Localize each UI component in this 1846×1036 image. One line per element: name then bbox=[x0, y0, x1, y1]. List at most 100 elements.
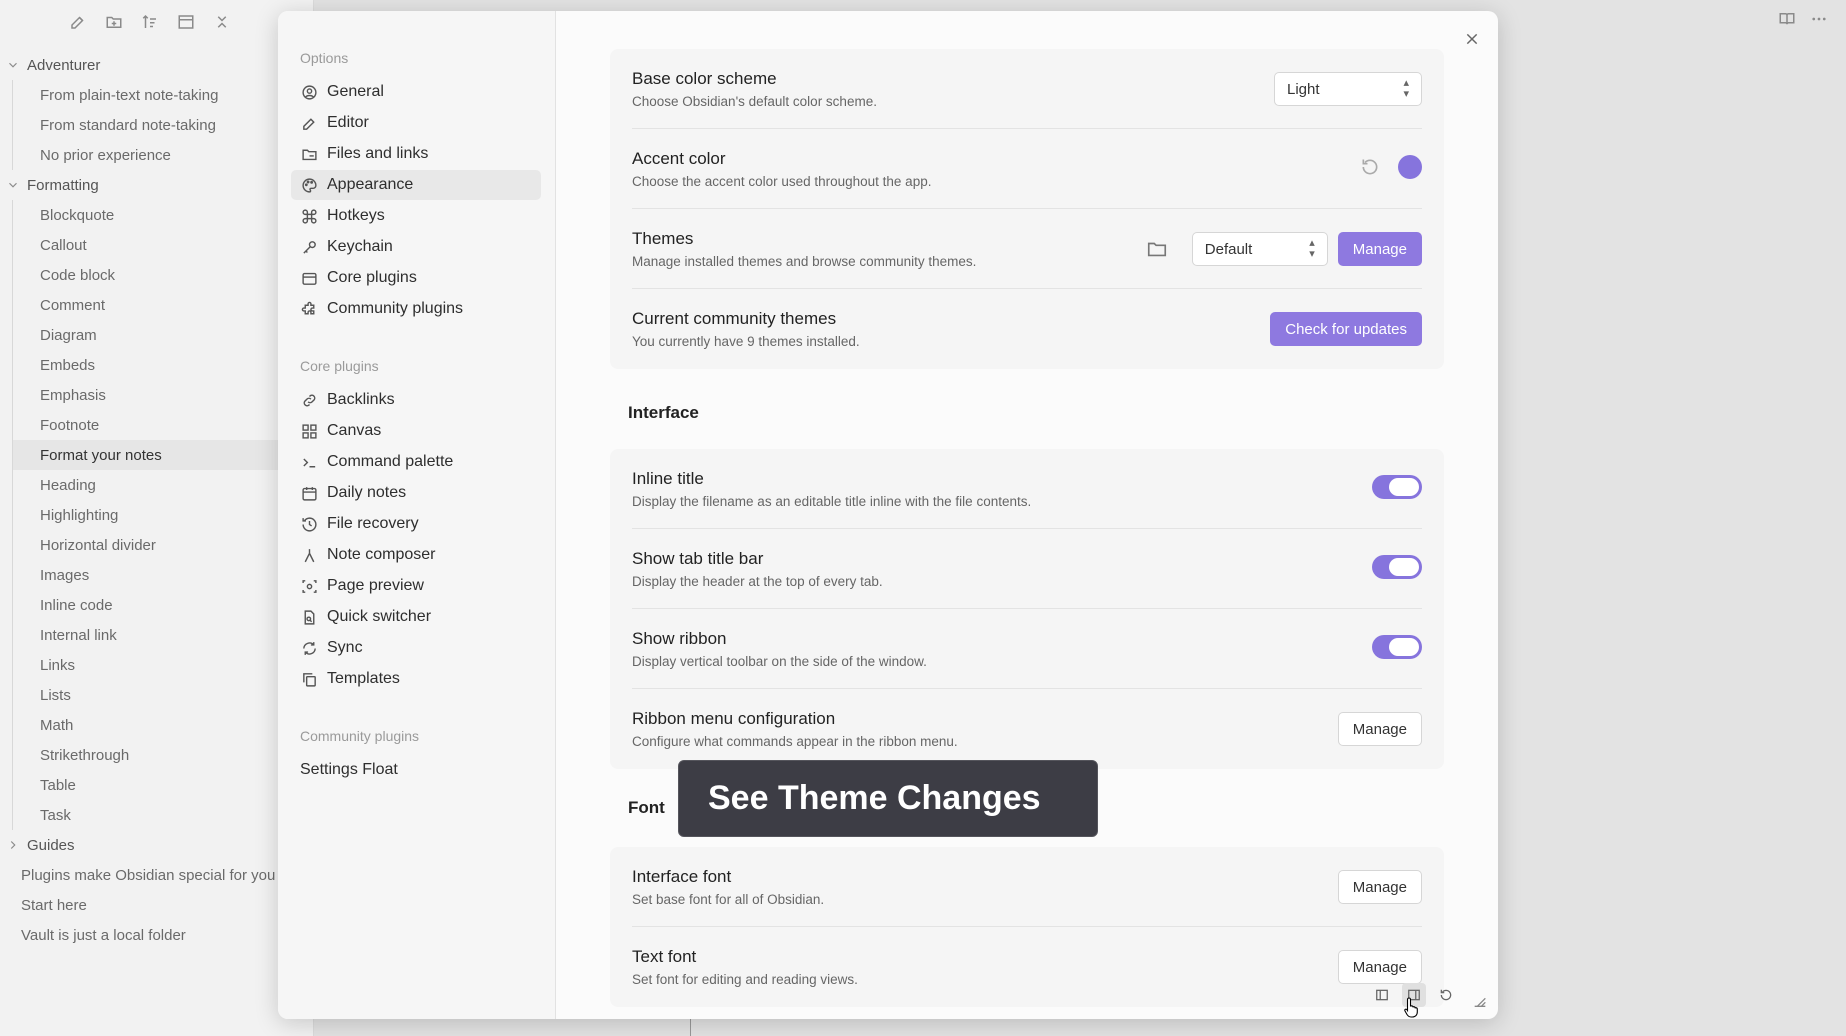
setting-title: Show tab title bar bbox=[632, 549, 764, 568]
collapse-icon[interactable] bbox=[174, 10, 198, 34]
history-icon bbox=[300, 515, 318, 533]
file-item[interactable]: Table bbox=[12, 770, 300, 800]
file-item[interactable]: Diagram bbox=[12, 320, 300, 350]
reset-icon[interactable] bbox=[1360, 157, 1380, 177]
nav-item-label: Core plugins bbox=[327, 269, 417, 286]
nav-section-community-plugins: Community plugins bbox=[300, 728, 420, 744]
file-item[interactable]: Blockquote bbox=[12, 200, 300, 230]
refresh-icon bbox=[300, 639, 318, 657]
nav-item-files-and-links[interactable]: Files and links bbox=[291, 139, 541, 169]
manage-themes-button[interactable]: Manage bbox=[1337, 232, 1422, 266]
close-all-icon[interactable] bbox=[210, 10, 234, 34]
nav-item-label: File recovery bbox=[327, 515, 419, 532]
file-item[interactable]: Internal link bbox=[12, 620, 300, 650]
show-ribbon-toggle[interactable] bbox=[1372, 635, 1422, 659]
setting-tab-title-bar: Show tab title bar Display the header at… bbox=[632, 529, 1422, 609]
resize-handle-icon[interactable] bbox=[1472, 993, 1488, 1009]
setting-title: Interface font bbox=[632, 867, 732, 886]
nav-item-label: Appearance bbox=[327, 176, 414, 193]
inline-title-toggle[interactable] bbox=[1372, 475, 1422, 499]
nav-item-settings-float[interactable]: Settings Float bbox=[291, 755, 541, 785]
puzzle-icon bbox=[300, 300, 318, 318]
manage-ribbon-button[interactable]: Manage bbox=[1337, 712, 1422, 746]
nav-item-file-recovery[interactable]: File recovery bbox=[291, 509, 541, 539]
select-arrows-icon: ▴ ▾ bbox=[1403, 77, 1409, 100]
nav-item-keychain[interactable]: Keychain bbox=[291, 232, 541, 262]
tab-title-bar-toggle[interactable] bbox=[1372, 555, 1422, 579]
folder-icon[interactable] bbox=[1146, 238, 1168, 260]
nav-item-sync[interactable]: Sync bbox=[291, 633, 541, 663]
nav-item-core-plugins[interactable]: Core plugins bbox=[291, 263, 541, 293]
nav-item-label: Keychain bbox=[327, 238, 393, 255]
nav-item-label: Community plugins bbox=[327, 300, 464, 317]
file-item[interactable]: Code block bbox=[12, 260, 300, 290]
new-folder-icon[interactable] bbox=[102, 10, 126, 34]
setting-description: Set base font for all of Obsidian. bbox=[632, 892, 825, 907]
setting-title: Base color scheme bbox=[632, 69, 777, 88]
new-note-icon[interactable] bbox=[66, 10, 90, 34]
sort-icon[interactable] bbox=[138, 10, 162, 34]
root-file-item[interactable]: Vault is just a local folder bbox=[0, 920, 300, 950]
nav-item-community-plugins[interactable]: Community plugins bbox=[291, 294, 541, 324]
setting-description: Display the filename as an editable titl… bbox=[632, 494, 1032, 509]
merge-icon bbox=[300, 546, 318, 564]
chevron-down-icon bbox=[9, 62, 17, 68]
theme-select[interactable]: Default ▴ ▾ bbox=[1191, 232, 1328, 266]
file-item[interactable]: Comment bbox=[12, 290, 300, 320]
accent-color-swatch[interactable] bbox=[1398, 155, 1422, 179]
nav-item-quick-switcher[interactable]: Quick switcher bbox=[291, 602, 541, 632]
color-scheme-select[interactable]: Light ▴ ▾ bbox=[1274, 72, 1422, 106]
nav-item-hotkeys[interactable]: Hotkeys bbox=[291, 201, 541, 231]
manage-text-font-button[interactable]: Manage bbox=[1337, 950, 1422, 984]
file-item[interactable]: Callout bbox=[12, 230, 300, 260]
file-item[interactable]: Links bbox=[12, 650, 300, 680]
nav-item-page-preview[interactable]: Page preview bbox=[291, 571, 541, 601]
file-item[interactable]: Horizontal divider bbox=[12, 530, 300, 560]
nav-item-backlinks[interactable]: Backlinks bbox=[291, 385, 541, 415]
file-item[interactable]: Emphasis bbox=[12, 380, 300, 410]
nav-item-command-palette[interactable]: Command palette bbox=[291, 447, 541, 477]
check-for-updates-button[interactable]: Check for updates bbox=[1270, 312, 1422, 346]
file-item[interactable]: Task bbox=[12, 800, 300, 830]
nav-item-label: Command palette bbox=[327, 453, 454, 470]
reading-view-icon[interactable] bbox=[1778, 10, 1796, 28]
nav-item-editor[interactable]: Editor bbox=[291, 108, 541, 138]
nav-item-general[interactable]: General bbox=[291, 77, 541, 107]
more-options-icon[interactable] bbox=[1810, 10, 1828, 28]
key-icon bbox=[300, 238, 318, 256]
folder-formatting[interactable]: Formatting bbox=[0, 170, 300, 200]
file-item[interactable]: Images bbox=[12, 560, 300, 590]
calendar-box-icon bbox=[300, 269, 318, 287]
root-file-item[interactable]: Start here bbox=[0, 890, 300, 920]
folder-adventurer[interactable]: Adventurer bbox=[0, 50, 300, 80]
file-item[interactable]: Inline code bbox=[12, 590, 300, 620]
interface-group: Inline title Display the filename as an … bbox=[610, 449, 1444, 769]
file-item[interactable]: Highlighting bbox=[12, 500, 300, 530]
file-item[interactable]: Footnote bbox=[12, 410, 300, 440]
reset-position-icon[interactable] bbox=[1434, 983, 1458, 1007]
settings-nav: Options General Editor Files and links A… bbox=[278, 11, 556, 1019]
setting-title: Text font bbox=[632, 947, 697, 966]
file-item[interactable]: No prior experience bbox=[12, 140, 300, 170]
nav-item-appearance[interactable]: Appearance bbox=[291, 170, 541, 200]
nav-item-templates[interactable]: Templates bbox=[291, 664, 541, 694]
file-item[interactable]: Heading bbox=[12, 470, 300, 500]
file-item[interactable]: From plain-text note-taking bbox=[12, 80, 300, 110]
nav-item-canvas[interactable]: Canvas bbox=[291, 416, 541, 446]
file-item[interactable]: Math bbox=[12, 710, 300, 740]
dock-left-icon[interactable] bbox=[1370, 983, 1394, 1007]
folder-guides[interactable]: Guides bbox=[0, 830, 300, 860]
nav-section-core-plugins: Core plugins bbox=[300, 358, 379, 374]
file-item-active[interactable]: Format your notes bbox=[12, 440, 300, 470]
manage-interface-font-button[interactable]: Manage bbox=[1337, 870, 1422, 904]
file-item[interactable]: Lists bbox=[12, 680, 300, 710]
nav-item-daily-notes[interactable]: Daily notes bbox=[291, 478, 541, 508]
file-item[interactable]: Embeds bbox=[12, 350, 300, 380]
layout-grid-icon bbox=[300, 422, 318, 440]
file-item[interactable]: Strikethrough bbox=[12, 740, 300, 770]
nav-item-note-composer[interactable]: Note composer bbox=[291, 540, 541, 570]
file-item[interactable]: From standard note-taking bbox=[12, 110, 300, 140]
root-file-item[interactable]: Plugins make Obsidian special for you bbox=[0, 860, 300, 890]
setting-inline-title: Inline title Display the filename as an … bbox=[632, 449, 1422, 529]
setting-ribbon-menu: Ribbon menu configuration Configure what… bbox=[632, 689, 1422, 769]
